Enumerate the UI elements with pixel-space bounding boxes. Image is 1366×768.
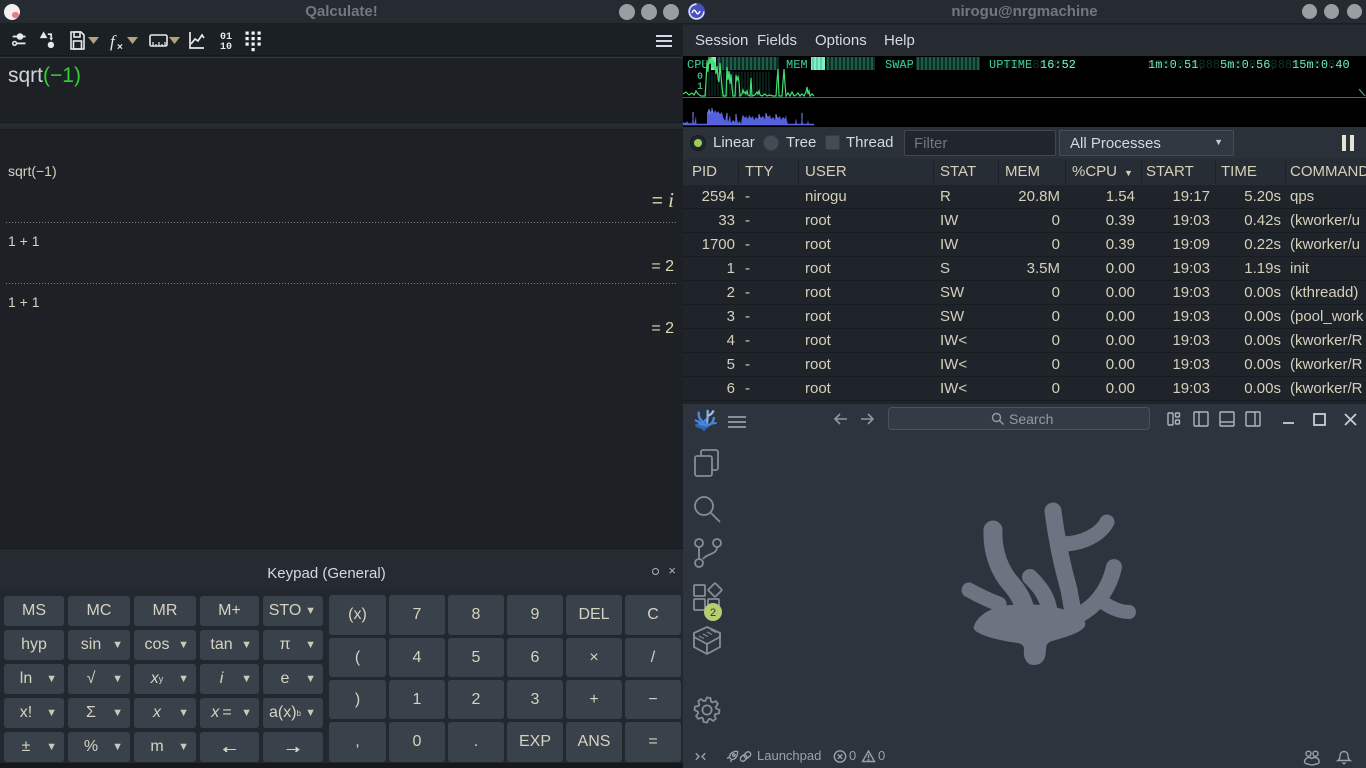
svg-text:×: × [117, 42, 123, 53]
svg-text:MEM: MEM [786, 58, 808, 72]
svg-text:SWAP: SWAP [885, 58, 914, 72]
svg-text:10: 10 [220, 42, 232, 53]
svg-text:CPU: CPU [687, 58, 709, 72]
svg-text:UPTIME: UPTIME [989, 58, 1032, 72]
svg-text:f: f [110, 32, 117, 51]
svg-text:16:52: 16:52 [1040, 58, 1076, 72]
svg-text:1: 1 [697, 82, 703, 93]
svg-text:1m:0.51, 5m:0.56, 15m:0.40: 1m:0.51, 5m:0.56, 15m:0.40 [1148, 58, 1350, 72]
svg-text:2: 2 [710, 607, 716, 619]
